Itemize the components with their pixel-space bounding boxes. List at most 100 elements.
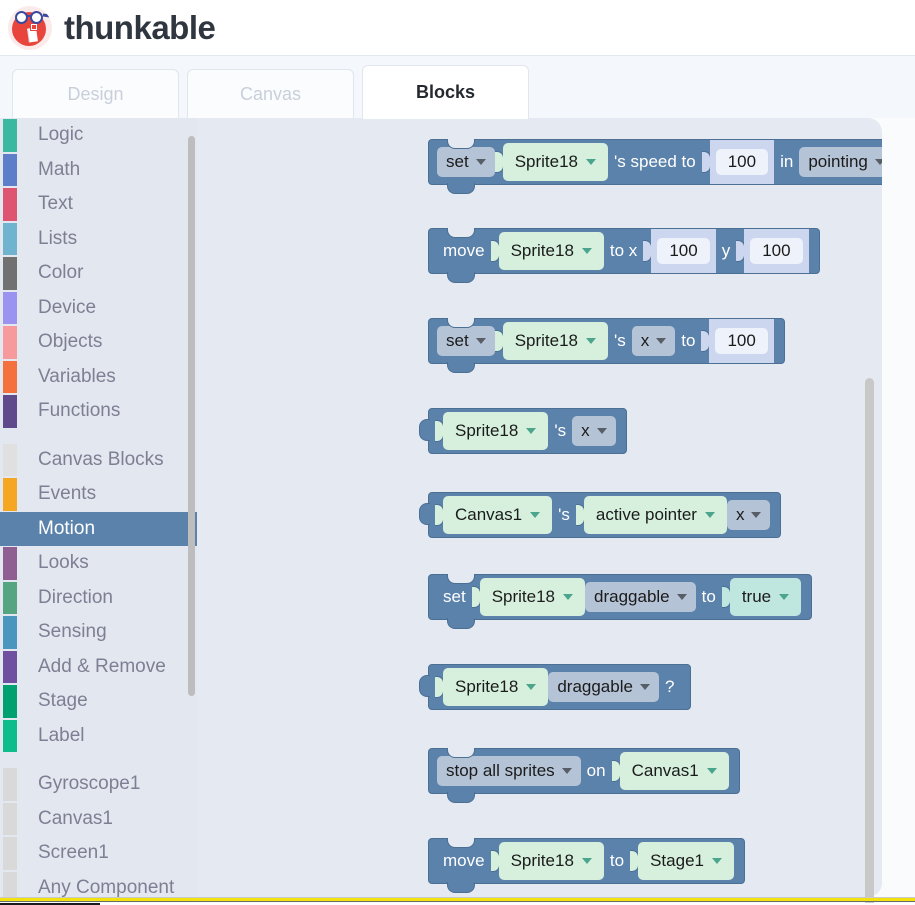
category-label: Lists <box>38 227 78 249</box>
toolbox-category-screen1[interactable]: Screen1 <box>0 836 197 871</box>
category-color-swatch <box>3 222 17 255</box>
bottom-accent-bar <box>0 897 915 902</box>
toolbox-category-gyroscope1[interactable]: Gyroscope1 <box>0 767 197 802</box>
block-move-sprite-to-stage[interactable]: move Sprite18 to Stage1 <box>428 838 745 893</box>
toolbox-category-text[interactable]: Text <box>0 187 197 222</box>
component-dropdown-slot[interactable]: Canvas1 <box>443 496 553 534</box>
chevron-down-icon <box>704 512 715 518</box>
chevron-down-icon <box>526 428 537 434</box>
dropdown-value: draggable <box>557 677 633 696</box>
dropdown-value: x <box>735 505 745 524</box>
category-color-swatch <box>3 443 17 476</box>
component-dropdown-slot[interactable]: Sprite18 <box>502 143 609 181</box>
number-input-slot[interactable]: 100 <box>709 319 774 363</box>
component-dropdown-slot[interactable]: Sprite18 <box>498 232 604 270</box>
dropdown-field[interactable]: set <box>437 326 495 356</box>
toolbox-scrollbar[interactable] <box>188 136 195 696</box>
toolbox-category-device[interactable]: Device <box>0 291 197 326</box>
flyout-vertical-scrollbar[interactable] <box>865 378 874 905</box>
dropdown-field[interactable]: x <box>726 500 771 530</box>
number-input-slot[interactable]: 100 <box>651 229 716 273</box>
number-value[interactable]: 100 <box>657 238 710 264</box>
dropdown-value: pointing <box>808 152 868 171</box>
block-label: 's <box>614 331 626 350</box>
component-dropdown-slot[interactable]: Sprite18 <box>479 578 586 616</box>
toolbox-category-variables[interactable]: Variables <box>0 360 197 395</box>
category-label: Direction <box>38 586 113 608</box>
number-value[interactable]: 100 <box>715 149 769 175</box>
tab-canvas[interactable]: Canvas <box>187 69 354 119</box>
block-label: to <box>609 851 625 870</box>
tab-design[interactable]: Design <box>12 69 179 119</box>
number-value[interactable]: 100 <box>750 238 803 264</box>
block-move-sprite-to-x-y[interactable]: move Sprite18 to x 100 y 100 <box>428 228 820 283</box>
number-input-slot[interactable]: 100 <box>744 229 809 273</box>
chevron-down-icon <box>475 338 486 344</box>
block-sprite-draggable-reporter[interactable]: Sprite18 draggable? <box>418 664 692 710</box>
dropdown-field[interactable]: set <box>437 147 495 177</box>
block-set-sprite-x-to[interactable]: set Sprite18 's x to 100 <box>428 318 785 373</box>
component-dropdown-slot[interactable]: Canvas1 <box>619 752 729 790</box>
toolbox-category-motion[interactable]: Motion <box>0 511 197 546</box>
category-label: Functions <box>38 400 121 422</box>
toolbox-category-objects[interactable]: Objects <box>0 325 197 360</box>
category-color-swatch <box>3 719 17 752</box>
dropdown-value: set <box>446 152 469 171</box>
toolbox-category-direction[interactable]: Direction <box>0 581 197 616</box>
block-set-sprite-draggable-to[interactable]: set Sprite18 draggable to true <box>428 574 813 629</box>
dropdown-field[interactable]: stop all sprites <box>437 756 581 786</box>
toolbox-category-functions[interactable]: Functions <box>0 394 197 429</box>
block-label: to <box>681 331 696 350</box>
component-dropdown-slot[interactable]: Stage1 <box>638 842 734 880</box>
toolbox-category-add-remove[interactable]: Add & Remove <box>0 650 197 685</box>
brand-logo[interactable]: thunkable <box>8 5 216 50</box>
block-stop-all-sprites-on-canvas[interactable]: stop all sprites on Canvas1 <box>428 748 740 803</box>
category-label: Sensing <box>38 621 107 643</box>
chevron-down-icon <box>779 594 790 600</box>
tab-blocks[interactable]: Blocks <box>362 65 529 119</box>
dropdown-field[interactable]: x <box>572 416 616 446</box>
toolbox-category-label[interactable]: Label <box>0 719 197 754</box>
category-label: Color <box>38 262 84 284</box>
toolbox-category-canvas1[interactable]: Canvas1 <box>0 802 197 837</box>
dropdown-field[interactable]: pointing <box>799 147 882 177</box>
number-value[interactable]: 100 <box>715 328 768 354</box>
block-label: y <box>721 241 731 260</box>
chevron-down-icon <box>586 159 597 165</box>
block-label: to <box>701 587 716 606</box>
toolbox-category-logic[interactable]: Logic <box>0 118 197 153</box>
toolbox-category-stage[interactable]: Stage <box>0 684 197 719</box>
category-color-swatch <box>3 119 17 152</box>
component-name: Sprite18 <box>455 421 519 440</box>
component-dropdown-slot[interactable]: true <box>729 578 802 616</box>
component-dropdown-slot[interactable]: Sprite18 <box>443 668 549 706</box>
component-dropdown-slot[interactable]: Sprite18 <box>498 842 604 880</box>
dropdown-field[interactable]: x <box>631 326 676 356</box>
toolbox-category-any-component[interactable]: Any Component <box>0 871 197 897</box>
workspace-canvas-area <box>882 118 915 897</box>
toolbox-category-color[interactable]: Color <box>0 256 197 291</box>
block-canvas-active-pointer-x-reporter[interactable]: Canvas1 's active pointer x <box>418 492 782 538</box>
component-dropdown-slot[interactable]: Sprite18 <box>443 412 549 450</box>
category-color-swatch <box>3 291 17 324</box>
toolbox-category-looks[interactable]: Looks <box>0 546 197 581</box>
component-name: Sprite18 <box>491 587 556 606</box>
component-dropdown-slot[interactable]: active pointer <box>583 496 727 534</box>
dropdown-field[interactable]: draggable <box>548 672 659 702</box>
block-sprite-x-reporter[interactable]: Sprite18 's x <box>419 408 627 454</box>
category-label: Any Component <box>38 876 175 897</box>
dropdown-field[interactable]: draggable <box>585 582 696 612</box>
category-group-divider <box>0 753 197 767</box>
number-input-slot[interactable]: 100 <box>709 140 775 184</box>
block-set-sprite-speed-in-direction[interactable]: setSprite18's speed to100inpointingdirec… <box>428 139 882 194</box>
toolbox-category-sensing[interactable]: Sensing <box>0 615 197 650</box>
toolbox-category-lists[interactable]: Lists <box>0 222 197 257</box>
component-dropdown-slot[interactable]: Sprite18 <box>502 322 609 360</box>
category-color-swatch <box>3 153 17 186</box>
toolbox-category-events[interactable]: Events <box>0 477 197 512</box>
toolbox-category-math[interactable]: Math <box>0 153 197 188</box>
toolbox-category-canvas-blocks[interactable]: Canvas Blocks <box>0 443 197 478</box>
component-name: Sprite18 <box>510 241 574 260</box>
chevron-down-icon <box>656 338 667 344</box>
category-label: Motion <box>38 517 96 539</box>
